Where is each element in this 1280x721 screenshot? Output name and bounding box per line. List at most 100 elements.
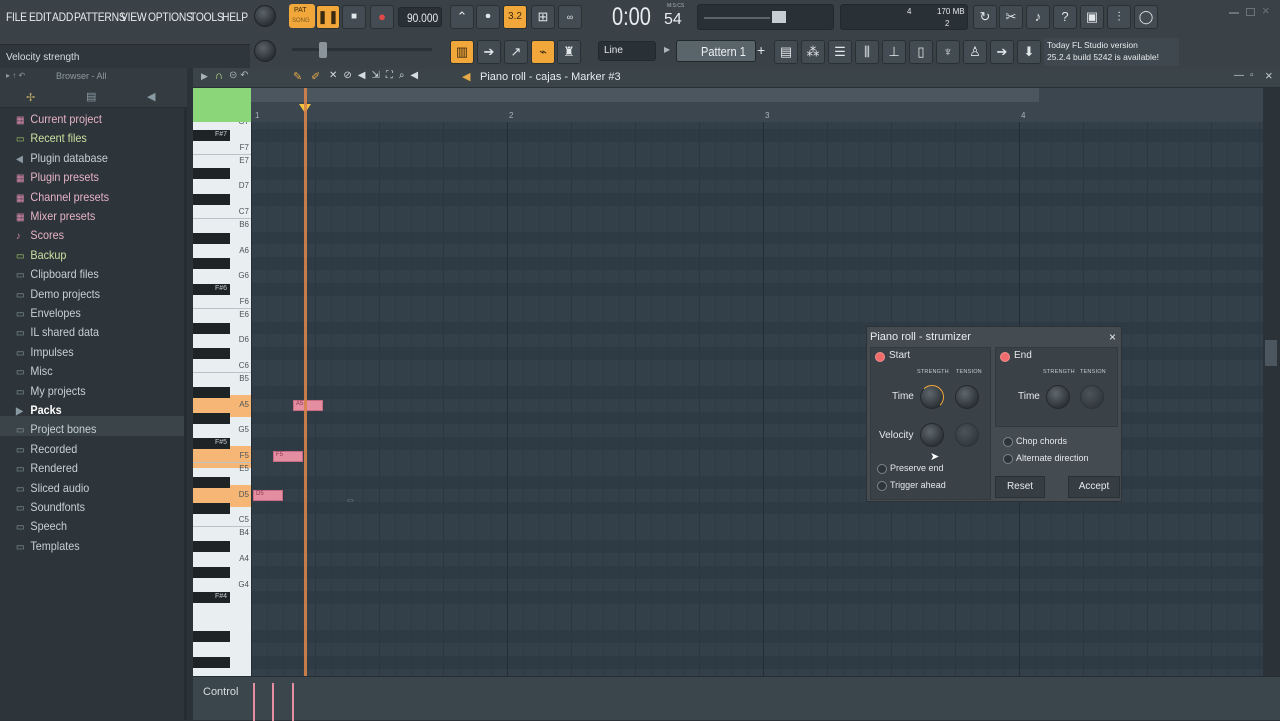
accept-button[interactable]: Accept xyxy=(1068,476,1120,498)
note-block[interactable]: F5 xyxy=(273,451,303,463)
channel-rack-icon[interactable]: ☰ xyxy=(828,40,852,64)
pr-minimize-icon[interactable]: — xyxy=(1234,70,1244,81)
pr-close-icon[interactable]: × xyxy=(1265,68,1273,83)
stop-button[interactable]: ■ xyxy=(342,5,366,29)
help-icon[interactable]: ? xyxy=(1053,5,1077,29)
black-key[interactable] xyxy=(193,476,230,488)
tempo-display[interactable]: 90.000 xyxy=(398,7,442,27)
news-panel[interactable]: Today FL Studio version 25.2.4 build 524… xyxy=(1044,38,1179,66)
browser-item[interactable]: ▭ Envelopes xyxy=(16,306,81,320)
browser-scrollbar[interactable] xyxy=(184,108,187,720)
step-edit-icon[interactable]: ⊞ xyxy=(531,5,555,29)
menu-patterns[interactable]: PATTERNS xyxy=(74,10,126,24)
browser-item[interactable]: ▭ Misc xyxy=(16,364,53,378)
browser-item[interactable]: ▭ IL shared data xyxy=(16,325,99,339)
chop-chords-radio[interactable] xyxy=(1003,437,1013,447)
minimize-icon[interactable] xyxy=(1229,12,1239,14)
pattern-preview[interactable] xyxy=(193,88,251,122)
browser-file-icon[interactable]: ▤ xyxy=(86,90,96,103)
playlist-icon[interactable]: ▤ xyxy=(774,40,798,64)
song-time[interactable]: 0:00 xyxy=(612,3,651,32)
close-icon[interactable]: × xyxy=(1109,330,1116,344)
start-time-strength-knob[interactable] xyxy=(920,385,944,409)
news-icon[interactable]: ⬇ xyxy=(1017,40,1041,64)
mode-select[interactable]: Line xyxy=(598,41,656,61)
black-key[interactable] xyxy=(193,194,230,206)
microphone-icon[interactable]: ♪ xyxy=(1026,5,1050,29)
black-key[interactable] xyxy=(193,258,230,270)
vertical-scroll-thumb[interactable] xyxy=(1265,340,1277,366)
browser-item[interactable]: ▭ My projects xyxy=(16,384,86,398)
menu-options[interactable]: OPTIONS xyxy=(148,10,193,24)
black-key[interactable] xyxy=(193,232,230,244)
alternate-direction-radio[interactable] xyxy=(1003,454,1013,464)
mixer-view-icon[interactable]: ⫼ xyxy=(855,40,879,64)
browser-item[interactable]: ▭ Rendered xyxy=(16,461,78,475)
loop-record-icon[interactable]: ∞ xyxy=(558,5,582,29)
end-radio[interactable] xyxy=(1000,352,1010,362)
velocity-bar[interactable] xyxy=(253,683,255,721)
end-time-strength-knob[interactable] xyxy=(1046,385,1070,409)
black-key[interactable] xyxy=(193,541,230,553)
master-volume-knob[interactable] xyxy=(254,5,276,27)
link-icon[interactable]: ⌁ xyxy=(531,40,555,64)
piano-roll-tool-icon[interactable]: ▥ xyxy=(450,40,474,64)
browser-item[interactable]: ▦ Channel presets xyxy=(16,190,109,204)
alternate-direction-label[interactable]: Alternate direction xyxy=(1016,453,1089,463)
browser-item[interactable]: ▦ Plugin presets xyxy=(16,170,99,184)
pr-maximize-icon[interactable]: ▫ xyxy=(1250,70,1254,81)
pattern-prev-icon[interactable]: ▶ xyxy=(664,45,670,54)
mixer-icon[interactable]: ⫶ xyxy=(1107,5,1131,29)
black-key[interactable] xyxy=(193,631,230,642)
curve-icon[interactable]: ↗ xyxy=(504,40,528,64)
song-position-panel[interactable] xyxy=(697,4,834,30)
black-key[interactable] xyxy=(193,386,230,398)
step-sequencer-icon[interactable]: ⁂ xyxy=(801,40,825,64)
pat-song-toggle[interactable]: PAT SONG xyxy=(289,4,315,28)
black-key[interactable]: F#6 xyxy=(193,284,230,296)
pr-tools-icon[interactable]: ✕⊘◀⇲⛶⌕◀ xyxy=(329,70,424,81)
browser-nav-icon[interactable]: ▸ ↑ ↶ xyxy=(6,71,25,80)
paint-icon[interactable]: ✐ xyxy=(311,70,320,83)
master-pitch-knob[interactable] xyxy=(254,40,276,62)
wait-input-icon[interactable]: ⏺ xyxy=(476,5,500,29)
black-key[interactable]: F#4 xyxy=(193,592,230,604)
browser-item[interactable]: ▭ Clipboard files xyxy=(16,267,99,281)
pattern-select[interactable]: Pattern 1 xyxy=(676,40,756,62)
browser-item[interactable]: ▭ Speech xyxy=(16,519,67,533)
control-lane[interactable]: Control xyxy=(193,676,1280,721)
browser-speaker-icon[interactable]: ◀ xyxy=(147,90,155,103)
note-block[interactable]: A5 xyxy=(293,399,323,411)
undo-icon[interactable]: ↻ xyxy=(973,5,997,29)
pr-menu-icon[interactable]: ▶ xyxy=(201,71,208,82)
pencil-icon[interactable]: ✎ xyxy=(293,70,302,83)
menu-help[interactable]: HELP xyxy=(222,10,248,24)
browser-item[interactable]: ▭ Sliced audio xyxy=(16,481,89,495)
end-time-tension-knob[interactable] xyxy=(1080,385,1104,409)
start-velocity-strength-knob[interactable] xyxy=(920,423,944,447)
browser-item[interactable]: ▭ Templates xyxy=(16,539,80,553)
plugin-icon[interactable]: ♆ xyxy=(936,40,960,64)
note-block[interactable]: D5 xyxy=(253,489,283,501)
pause-button[interactable]: ❚❚ xyxy=(316,5,340,29)
menu-tools[interactable]: TOOLS xyxy=(190,10,224,24)
velocity-bar[interactable] xyxy=(272,683,274,721)
download-icon[interactable]: ➔ xyxy=(990,40,1014,64)
browser-item[interactable]: ▭ Recorded xyxy=(16,442,77,456)
browser-item[interactable]: ▶ Packs xyxy=(16,403,62,417)
piano-keyboard[interactable]: G7 F7 E7 D7 C7 B6 A6 G6 F6 E6 D6 C6 B5 A5 G5 F5 E5 D5 C5 B4… xyxy=(193,122,251,676)
control-label[interactable]: Control xyxy=(203,686,238,698)
metronome-icon[interactable]: ⌃ xyxy=(450,5,474,29)
browser-item[interactable]: ◀ Plugin database xyxy=(16,151,108,165)
chop-chords-label[interactable]: Chop chords xyxy=(1016,436,1067,446)
timeline-ruler[interactable] xyxy=(251,88,1263,124)
browser-item[interactable]: ▭ Impulses xyxy=(16,345,74,359)
tempo-tapper-icon[interactable]: ♙ xyxy=(963,40,987,64)
browser-item[interactable]: ▦ Mixer presets xyxy=(16,209,95,223)
browser-item[interactable]: ▭ Soundfonts xyxy=(16,500,85,514)
stamp-icon[interactable]: ♜ xyxy=(557,40,581,64)
start-velocity-tension-knob[interactable] xyxy=(955,423,979,447)
snap-button[interactable]: 3.2 xyxy=(503,5,527,29)
black-key[interactable]: F#5 xyxy=(193,438,230,450)
close-app-icon[interactable]: × xyxy=(1262,3,1270,18)
